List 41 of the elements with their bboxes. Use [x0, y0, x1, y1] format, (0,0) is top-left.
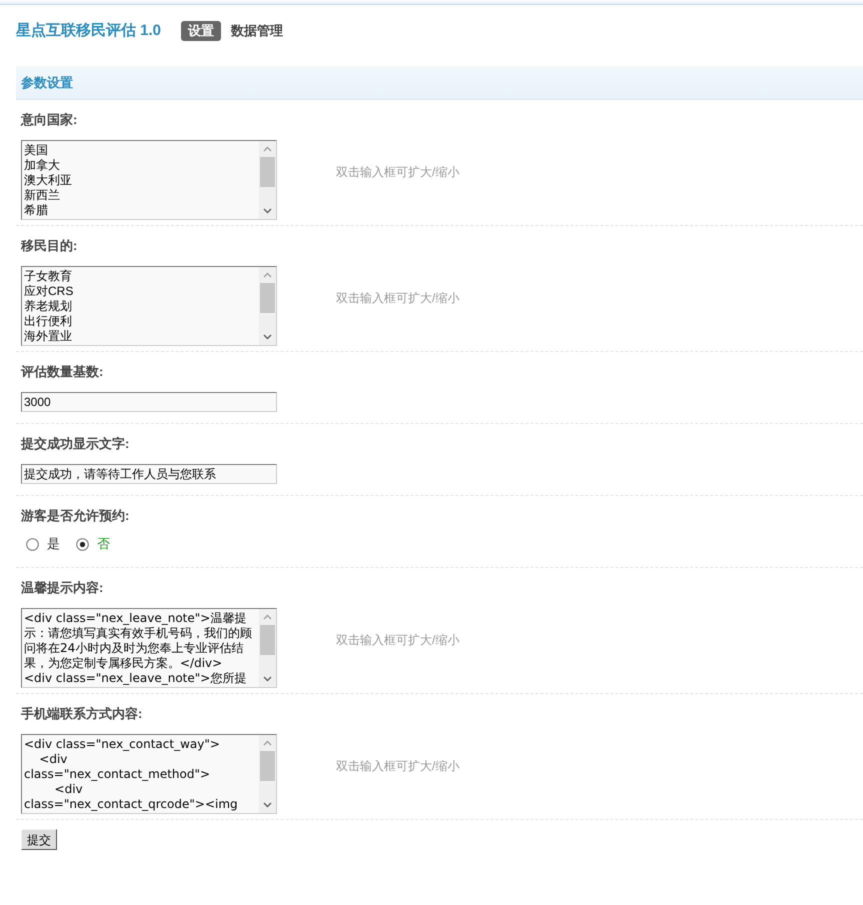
section-header: 参数设置 [16, 66, 863, 100]
input-field[interactable]: 提交成功，请等待工作人员与您联系 [21, 464, 277, 484]
field-label: 游客是否允许预约: [21, 508, 130, 523]
hint-text: 双击输入框可扩大/缩小 [336, 632, 460, 648]
scroll-down-icon[interactable] [263, 334, 272, 340]
scrollbar-thumb[interactable] [260, 157, 275, 187]
field-label: 提交成功显示文字: [21, 436, 130, 451]
field-label: 移民目的: [21, 238, 78, 253]
scroll-up-icon[interactable] [263, 146, 272, 152]
tab[interactable]: 设置 [181, 21, 222, 41]
scroll-up-icon[interactable] [263, 740, 272, 746]
hint-text: 双击输入框可扩大/缩小 [336, 164, 460, 180]
scroll-down-icon[interactable] [263, 676, 272, 682]
field-label: 意向国家: [21, 112, 78, 127]
field-label: 温馨提示内容: [21, 580, 104, 595]
submit-button[interactable]: 提交 [21, 829, 57, 850]
field-label: 评估数量基数: [21, 364, 104, 379]
scrollbar-thumb[interactable] [260, 283, 275, 313]
textarea-field[interactable]: <div class="nex_contact_way"> <div class="nex_contact_method"> <div class="nex_contact_qrcode"><img [21, 734, 277, 814]
scroll-down-icon[interactable] [263, 802, 272, 808]
hint-text: 双击输入框可扩大/缩小 [336, 758, 460, 774]
textarea-field[interactable]: 美国 加拿大 澳大利亚 新西兰 希腊 [21, 140, 277, 220]
scrollbar[interactable] [259, 735, 276, 813]
scroll-up-icon[interactable] [263, 272, 272, 278]
scrollbar[interactable] [259, 609, 276, 687]
radio-option[interactable]: 是 [26, 536, 60, 552]
app-title: 星点互联移民评估 1.0 [16, 20, 162, 41]
radio-icon[interactable] [26, 538, 39, 550]
scrollbar-thumb[interactable] [260, 625, 275, 655]
radio-icon[interactable] [76, 538, 89, 550]
hint-text: 双击输入框可扩大/缩小 [336, 290, 460, 306]
scroll-up-icon[interactable] [263, 614, 272, 620]
textarea-field[interactable]: <div class="nex_leave_note">温馨提示：请您填写真实有效手机号码，我们的顾问将在24小时内及时为您奉上专业评估结果，为您定制专属移民方案。</div> <div class="nex_leave_note">您所提 [21, 608, 277, 688]
scrollbar[interactable] [259, 267, 276, 345]
scrollbar-thumb[interactable] [260, 751, 275, 781]
scroll-down-icon[interactable] [263, 208, 272, 214]
input-field[interactable]: 3000 [21, 392, 277, 412]
scrollbar[interactable] [259, 141, 276, 219]
tab[interactable]: 数据管理 [224, 21, 290, 41]
field-label: 手机端联系方式内容: [21, 706, 142, 721]
textarea-field[interactable]: 子女教育 应对CRS 养老规划 出行便利 海外置业 [21, 266, 277, 346]
